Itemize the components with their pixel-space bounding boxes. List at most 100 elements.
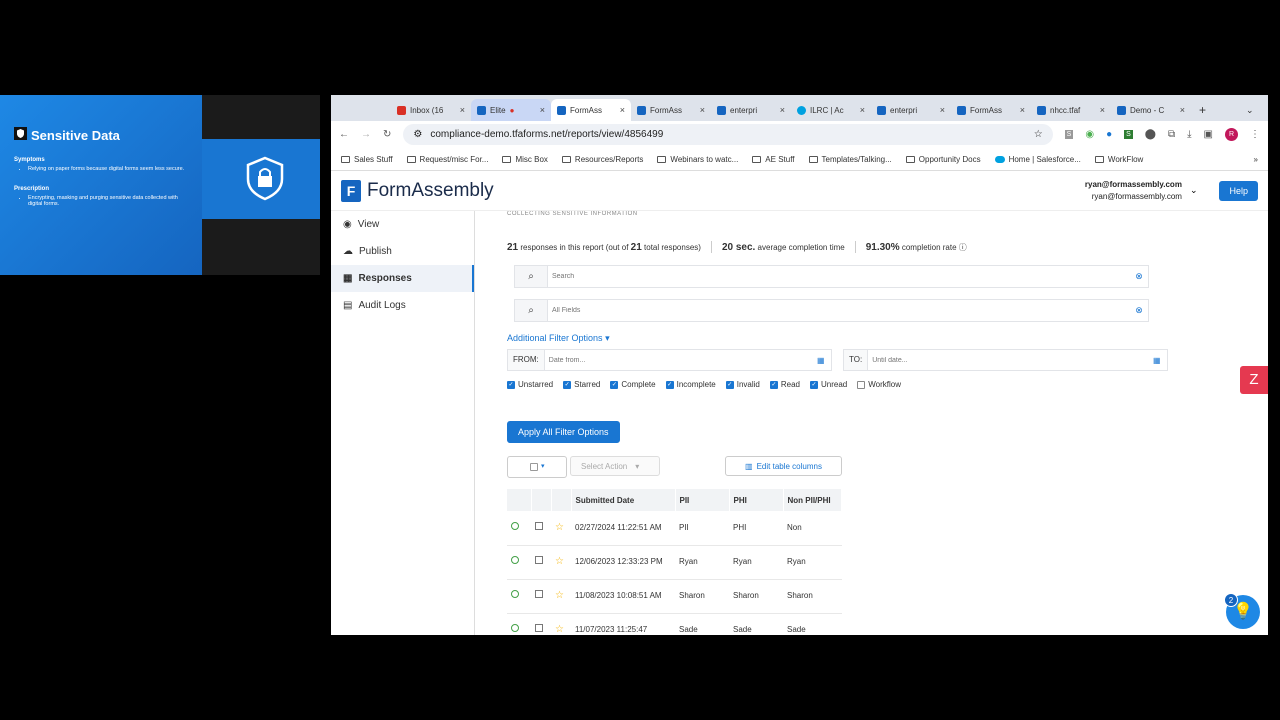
table-row[interactable]: ☆ 02/27/2024 11:22:51 AM PII PHI Non xyxy=(507,511,842,546)
close-icon[interactable]: × xyxy=(1100,105,1105,115)
browser-tab[interactable]: Demo - C × xyxy=(1111,99,1191,121)
reload-icon[interactable]: ↻ xyxy=(383,129,391,140)
bulk-select-dropdown[interactable]: ▾ xyxy=(507,456,567,478)
extension-icon[interactable]: S xyxy=(1064,130,1074,139)
user-menu[interactable]: ryan@formassembly.com ryan@formassembly.… xyxy=(1085,179,1182,203)
close-icon[interactable]: × xyxy=(700,105,705,115)
sidebar-item-publish[interactable]: ☁ Publish xyxy=(331,238,474,265)
bookmark-link[interactable]: Home | Salesforce... xyxy=(994,155,1081,164)
filter-invalid[interactable]: ✓ Invalid xyxy=(725,380,760,389)
checkbox[interactable]: ✓ xyxy=(563,380,572,389)
checkbox[interactable]: ✓ xyxy=(810,380,818,389)
bookmark-folder[interactable]: Misc Box xyxy=(502,155,548,164)
bookmark-folder[interactable]: Webinars to watc... xyxy=(657,155,738,164)
clear-icon[interactable]: ⊗ xyxy=(1130,300,1148,321)
checkbox[interactable]: ✓ xyxy=(507,380,515,389)
location-icon[interactable]: ⬤ xyxy=(1145,129,1156,140)
additional-filter-toggle[interactable]: Additional Filter Options ▾ xyxy=(507,333,610,344)
bookmark-folder[interactable]: WorkFlow xyxy=(1094,155,1143,164)
star-icon[interactable]: ☆ xyxy=(1034,129,1043,140)
checkbox[interactable]: ✓ xyxy=(769,380,778,389)
back-icon[interactable]: ← xyxy=(339,129,349,140)
help-widget[interactable]: 💡 2 xyxy=(1224,593,1262,629)
filter-workflow[interactable]: Workflow xyxy=(857,380,901,389)
close-icon[interactable]: × xyxy=(860,105,865,115)
table-row[interactable]: ☆ 11/07/2023 11:25:47 Sade Sade Sade xyxy=(507,613,842,635)
star-icon[interactable]: ☆ xyxy=(555,624,564,635)
puzzle-icon[interactable]: ⧉ xyxy=(1168,129,1175,140)
filter-starred[interactable]: ✓ Starred xyxy=(563,380,600,389)
browser-tab[interactable]: FormAss × xyxy=(951,99,1031,121)
browser-tab[interactable]: FormAss × xyxy=(631,99,711,121)
row-checkbox[interactable] xyxy=(535,590,543,598)
close-icon[interactable]: × xyxy=(940,105,945,115)
sidepanel-icon[interactable]: ▣ xyxy=(1204,129,1213,140)
checkbox[interactable] xyxy=(857,380,866,389)
table-row[interactable]: ☆ 12/06/2023 12:33:23 PM Ryan Ryan Ryan xyxy=(507,545,842,580)
date-from-input[interactable] xyxy=(544,356,817,364)
clear-icon[interactable]: ⊗ xyxy=(1130,266,1148,287)
browser-tab-active[interactable]: FormAss × xyxy=(551,99,631,121)
extension-icon[interactable]: S xyxy=(1124,130,1133,139)
browser-tab[interactable]: Elite ● × xyxy=(471,99,551,121)
table-row[interactable]: ☆ 11/08/2023 10:08:51 AM Sharon Sharon S… xyxy=(507,579,842,614)
chevron-down-icon[interactable]: ⌄ xyxy=(1190,185,1198,196)
close-icon[interactable]: × xyxy=(460,105,465,115)
site-info-icon[interactable]: ⚙ xyxy=(413,129,422,140)
date-to-input[interactable] xyxy=(868,356,1153,364)
checkbox[interactable]: ✓ xyxy=(665,380,674,389)
star-icon[interactable]: ☆ xyxy=(555,590,564,601)
menu-icon[interactable]: ⋮ xyxy=(1250,129,1260,140)
star-icon[interactable]: ☆ xyxy=(555,522,564,533)
browser-tab[interactable]: nhcc.tfaf × xyxy=(1031,99,1111,121)
checkbox[interactable]: ✓ xyxy=(725,380,734,389)
bookmark-folder[interactable]: Request/misc For... xyxy=(406,155,488,164)
column-non-pii-phi[interactable]: Non PII/PHI xyxy=(783,489,842,511)
row-checkbox[interactable] xyxy=(535,556,543,564)
bookmark-folder[interactable]: Templates/Talking... xyxy=(808,155,892,164)
row-checkbox[interactable] xyxy=(535,624,543,632)
checkbox[interactable] xyxy=(530,463,538,471)
checkbox[interactable]: ✓ xyxy=(610,380,619,389)
select-action-dropdown[interactable]: Select Action ▾ xyxy=(570,456,660,476)
browser-tab[interactable]: Inbox (16 × xyxy=(391,99,471,121)
sidebar-item-responses[interactable]: ▦ Responses xyxy=(331,265,474,292)
close-icon[interactable]: × xyxy=(1180,105,1185,115)
column-submitted-date[interactable]: Submitted Date xyxy=(571,489,676,511)
filter-incomplete[interactable]: ✓ Incomplete xyxy=(665,380,716,389)
filter-complete[interactable]: ✓ Complete xyxy=(610,380,656,389)
close-icon[interactable]: × xyxy=(780,105,785,115)
sidebar-item-audit-logs[interactable]: ▤ Audit Logs xyxy=(331,292,474,319)
filter-unstarred[interactable]: ✓ Unstarred xyxy=(507,380,553,389)
bookmark-folder[interactable]: AE Stuff xyxy=(752,155,795,164)
filter-read[interactable]: ✓ Read xyxy=(769,380,800,389)
filter-unread[interactable]: ✓ Unread xyxy=(810,380,847,389)
avatar[interactable]: R xyxy=(1225,128,1238,141)
browser-tab[interactable]: enterpri × xyxy=(711,99,791,121)
close-icon[interactable]: × xyxy=(540,105,545,115)
extension-icon[interactable]: ● xyxy=(1106,129,1112,140)
zoom-extension-icon[interactable]: Z xyxy=(1240,366,1268,394)
new-tab-icon[interactable]: + xyxy=(1199,103,1206,117)
bookmark-folder[interactable]: Opportunity Docs xyxy=(905,155,981,164)
chrome-icon[interactable]: ◉ xyxy=(1085,129,1094,140)
bookmark-folder[interactable]: Resources/Reports xyxy=(561,155,643,164)
edit-columns-button[interactable]: ▥ Edit table columns xyxy=(725,456,842,476)
browser-tab[interactable]: ILRC | Ac × xyxy=(791,99,871,121)
close-icon[interactable]: × xyxy=(1020,105,1025,115)
sidebar-item-view[interactable]: ◉ View xyxy=(331,211,474,238)
download-icon[interactable]: ⤓ xyxy=(1187,129,1191,140)
brand-logo[interactable]: F FormAssembly xyxy=(341,179,494,202)
column-pii[interactable]: PII xyxy=(675,489,730,511)
column-phi[interactable]: PHI xyxy=(729,489,784,511)
bookmark-folder[interactable]: Sales Stuff xyxy=(341,155,393,164)
info-icon[interactable]: ⓘ xyxy=(959,243,967,252)
forward-icon[interactable]: → xyxy=(361,129,371,140)
close-icon[interactable]: × xyxy=(620,105,625,115)
calendar-icon[interactable]: ▦ xyxy=(1153,356,1167,365)
browser-tab[interactable]: enterpri × xyxy=(871,99,951,121)
url-field[interactable]: ⚙ compliance-demo.tfaforms.net/reports/vi… xyxy=(403,124,1053,145)
star-icon[interactable]: ☆ xyxy=(555,556,564,567)
fields-input[interactable] xyxy=(547,300,1130,321)
chevron-down-icon[interactable]: ⌄ xyxy=(1246,105,1254,116)
